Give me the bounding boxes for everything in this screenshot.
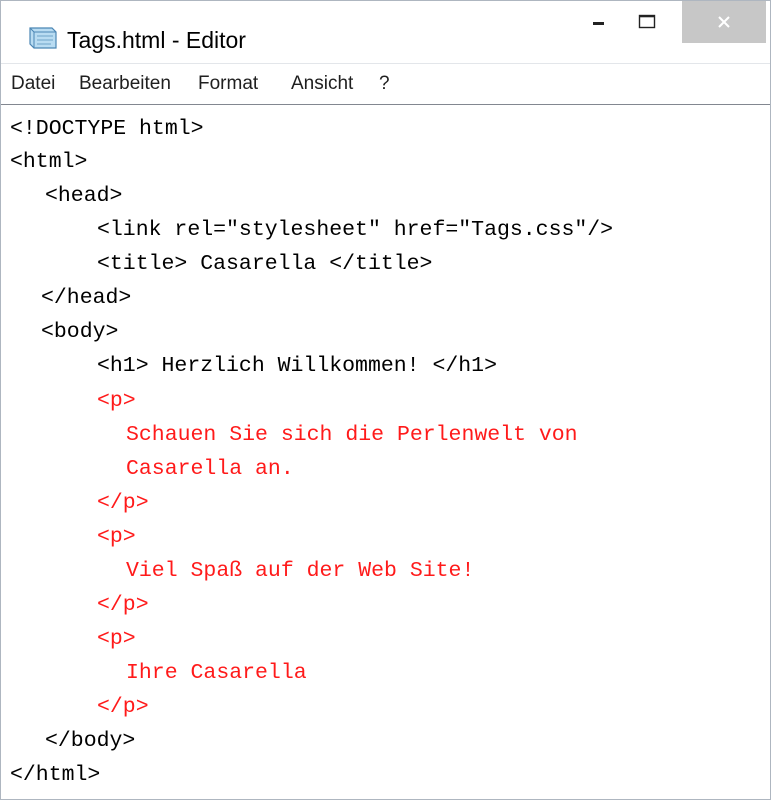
text-editor[interactable]: <!DOCTYPE html> <html> <head> <link rel=… — [1, 104, 770, 799]
code-line: </p> — [97, 593, 149, 617]
notepad-icon[interactable] — [27, 25, 59, 51]
code-line: Ihre Casarella — [126, 661, 307, 685]
menu-format[interactable]: Format — [198, 73, 258, 95]
menu-bar: Datei Bearbeiten Format Ansicht ? — [1, 63, 770, 104]
menu-ansicht[interactable]: Ansicht — [291, 73, 353, 95]
window-title: Tags.html - Editor — [67, 27, 246, 53]
code-line: <link rel="stylesheet" href="Tags.css"/> — [97, 218, 614, 242]
code-line: Casarella an. — [126, 457, 294, 481]
menu-bearbeiten[interactable]: Bearbeiten — [79, 73, 171, 95]
code-line: </p> — [97, 695, 149, 719]
code-line: Schauen Sie sich die Perlenwelt von — [126, 423, 578, 447]
code-line: </html> — [10, 763, 101, 787]
code-line: <p> — [97, 525, 136, 549]
code-line: <head> — [45, 184, 123, 208]
notepad-window: Tags.html - Editor Datei Bearbeiten Form… — [0, 0, 771, 800]
code-line: Viel Spaß auf der Web Site! — [126, 559, 475, 583]
close-button[interactable] — [682, 1, 766, 43]
code-line: <!DOCTYPE html> — [10, 117, 204, 141]
title-bar[interactable]: Tags.html - Editor — [1, 1, 770, 63]
menu-help[interactable]: ? — [379, 73, 390, 95]
maximize-button[interactable] — [629, 1, 665, 43]
code-line: </p> — [97, 491, 149, 515]
minimize-icon — [593, 22, 604, 25]
maximize-icon — [638, 14, 656, 29]
code-line: <h1> Herzlich Willkommen! </h1> — [97, 354, 497, 378]
code-line: <title> Casarella </title> — [97, 252, 433, 276]
code-line: <p> — [97, 389, 136, 413]
close-icon — [718, 16, 730, 28]
code-line: <html> — [10, 150, 88, 174]
code-line: <body> — [41, 320, 119, 344]
menu-datei[interactable]: Datei — [11, 73, 55, 95]
minimize-button[interactable] — [581, 1, 617, 43]
code-line: <p> — [97, 627, 136, 651]
code-line: </body> — [45, 729, 136, 753]
code-line: </head> — [41, 286, 132, 310]
